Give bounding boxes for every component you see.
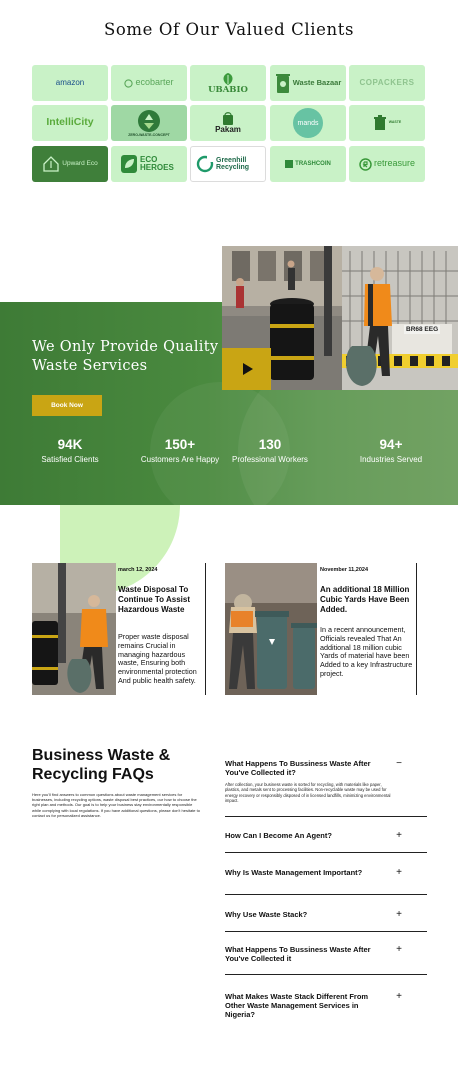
faq-question[interactable]: Why Use Waste Stack?: [225, 910, 390, 919]
news-image-1: [32, 563, 116, 695]
logo-zero-waste-text: ZERO-WASTE-CONCEPT: [128, 133, 170, 138]
news-date: march 12, 2024: [118, 567, 158, 573]
faq-heading: Business Waste & Recycling FAQs: [32, 747, 171, 783]
truck-plate: BR68 EEG: [404, 325, 441, 334]
client-logo-grid: amazon ecobarter UBABIO Waste Bazaar COP…: [32, 65, 425, 185]
pakam-bag-icon: [223, 111, 233, 125]
stat-label: Professional Workers: [232, 455, 308, 464]
logo-greenhill-text: Greenhill Recycling: [216, 156, 250, 171]
expand-icon[interactable]: +: [396, 831, 402, 841]
upward-eco-house-icon: [43, 156, 59, 172]
logo-zero-waste-concept[interactable]: ZERO-WASTE-CONCEPT: [111, 105, 187, 141]
faq-intro-text: Here you'll find answers to common quest…: [32, 792, 200, 818]
logo-copackers-text: COPACKERS: [359, 77, 415, 87]
faq-question[interactable]: Why Is Waste Management Important?: [225, 868, 390, 877]
stat-label: Industries Served: [359, 455, 423, 464]
logo-ubabio[interactable]: UBABIO: [190, 65, 266, 101]
news-card-2[interactable]: November 11,2024 An additional 18 Millio…: [225, 563, 417, 695]
zero-waste-recycle-icon: [138, 110, 160, 133]
logo-amazon-text: amazon: [55, 77, 85, 87]
expand-icon[interactable]: +: [396, 992, 402, 1002]
book-now-button[interactable]: Book Now: [32, 395, 102, 416]
stat-value: 130: [258, 437, 282, 452]
logo-waste-recycle[interactable]: WASTE: [349, 105, 425, 141]
trash-bin-icon: [373, 115, 386, 130]
logo-copackers[interactable]: COPACKERS: [349, 65, 425, 101]
logo-greenhill-recycling[interactable]: Greenhill Recycling: [190, 146, 266, 182]
faq-divider: [225, 816, 427, 817]
logo-pakam-text: Pakam: [215, 124, 241, 134]
retreasure-r-icon: [359, 157, 372, 171]
faq-question[interactable]: How Can I Become An Agent?: [225, 831, 390, 840]
logo-mands[interactable]: mands: [270, 105, 346, 141]
logo-ecobarter-text: ecobarter: [135, 77, 174, 88]
faq-question[interactable]: What Happens To Bussiness Waste After Yo…: [225, 759, 390, 777]
faq-divider: [225, 974, 427, 975]
stat-industries-served: 94+ Industries Served: [336, 437, 446, 464]
eco-heroes-leaf-icon: [121, 155, 137, 173]
news-title[interactable]: Waste Disposal To Continue To Assist Haz…: [118, 585, 204, 615]
worker-bin-illustration: [32, 563, 116, 695]
logo-trashcoin[interactable]: TRASHCOIN: [270, 146, 346, 182]
logo-retreasure-text: retreasure: [373, 158, 416, 169]
stat-value: 94K: [57, 437, 83, 452]
logo-upward-eco-text: Upward Eco: [62, 159, 98, 167]
logo-ecobarter[interactable]: ecobarter: [111, 65, 187, 101]
faq-question[interactable]: What Makes Waste Stack Different From Ot…: [225, 992, 390, 1019]
ubabio-leaf-icon: [223, 72, 233, 85]
logo-waste-text: WASTE: [388, 120, 402, 125]
hero-title: We Only Provide Quality Waste Services: [32, 339, 219, 374]
stat-satisfied-clients: 94K Satisfied Clients: [15, 437, 125, 464]
collapse-icon[interactable]: −: [396, 759, 402, 769]
expand-icon[interactable]: +: [396, 910, 402, 920]
logo-intellicity-text: IntelliCity: [46, 116, 94, 129]
waste-bazaar-bin-icon: [275, 74, 290, 93]
faq-divider: [225, 894, 427, 895]
faq-divider: [225, 852, 427, 853]
logo-amazon[interactable]: amazon: [32, 65, 108, 101]
stat-professional-workers: 130 Professional Workers: [215, 437, 325, 464]
news-date: November 11,2024: [320, 567, 369, 573]
news-image-2: [225, 563, 317, 695]
news-title[interactable]: An additional 18 Million Cubic Yards Hav…: [320, 585, 416, 615]
logo-mands-text: mands: [297, 119, 319, 127]
expand-icon[interactable]: +: [396, 868, 402, 878]
logo-upward-eco[interactable]: Upward Eco: [32, 146, 108, 182]
logo-waste-bazaar[interactable]: Waste Bazaar: [270, 65, 346, 101]
trashcoin-icon: [285, 160, 294, 168]
logo-pakam[interactable]: Pakam: [190, 105, 266, 141]
news-excerpt: In a recent announcement, Officials reve…: [320, 625, 413, 678]
logo-intellicity[interactable]: IntelliCity: [32, 105, 108, 141]
worker-bins-illustration: [225, 563, 317, 695]
logo-eco-heroes[interactable]: ECO HEROES: [111, 146, 187, 182]
stat-label: Satisfied Clients: [41, 455, 99, 464]
video-play-button[interactable]: [222, 348, 271, 390]
news-excerpt: Proper waste disposal remains Crucial in…: [118, 632, 197, 685]
logo-retreasure[interactable]: retreasure: [349, 146, 425, 182]
logo-eco-heroes-text: ECO HEROES: [140, 154, 174, 172]
logo-trashcoin-text: TRASHCOIN: [295, 160, 331, 167]
mands-badge: mands: [293, 108, 323, 138]
greenhill-recycle-icon: [196, 155, 214, 173]
faq-question[interactable]: What Happens To Bussiness Waste After Yo…: [225, 945, 390, 963]
news-card-1[interactable]: march 12, 2024 Waste Disposal To Continu…: [32, 563, 206, 695]
clients-heading: Some Of Our Valued Clients: [103, 20, 355, 39]
expand-icon[interactable]: +: [396, 945, 402, 955]
faq-divider: [225, 931, 427, 932]
logo-ubabio-text: UBABIO: [208, 84, 248, 95]
play-icon: [242, 363, 253, 375]
faq-answer: After collection, your business waste is…: [225, 782, 391, 804]
logo-waste-bazaar-text: Waste Bazaar: [292, 78, 342, 88]
stat-value: 94+: [379, 437, 403, 452]
ecobarter-icon: [124, 78, 134, 88]
